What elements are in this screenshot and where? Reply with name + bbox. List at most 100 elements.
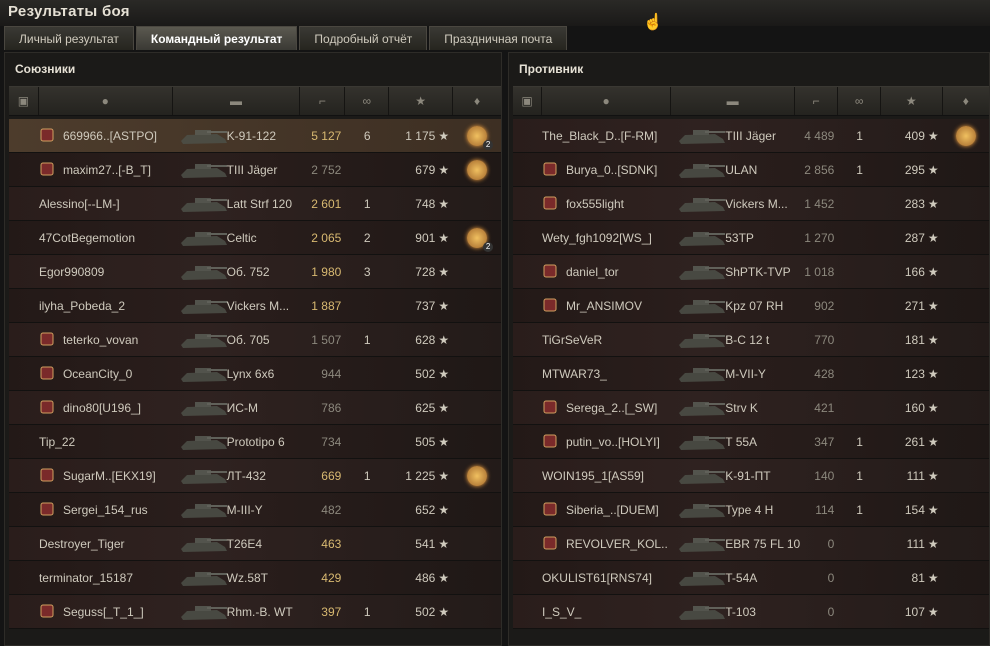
medal-icon[interactable]	[955, 125, 976, 146]
tank-icon	[180, 265, 227, 280]
player-row[interactable]: Mr_ANSIMOV Kpz 07 RH 902 271 ★	[513, 289, 989, 323]
tank-icon	[180, 231, 227, 246]
tank-icon	[180, 503, 227, 518]
player-cell: MTWAR73_	[542, 367, 671, 381]
damage-value: 347	[814, 434, 835, 449]
player-row[interactable]: Alessino[--LM-] Latt Strf 120 2 601 1 748 ★	[9, 187, 501, 221]
player-name: 669966..[ASTPO]	[62, 128, 157, 143]
enemies-panel: Противник ▣ ● ▬ ⌐ ∞ ★ ♦ The_Black_D..[F-…	[508, 52, 990, 646]
tank-cell: T26E4	[173, 527, 301, 561]
damage-value: 114	[815, 502, 835, 517]
player-name: SugarM..[EKX19]	[62, 468, 156, 483]
xp-value: 283	[904, 196, 925, 211]
player-cell: Wety_fgh1092[WS_]	[542, 231, 671, 245]
tank-cell: Vickers M...	[671, 187, 795, 221]
player-name: Sergei_154_rus	[62, 502, 148, 517]
player-row[interactable]: SugarM..[EKX19] ЛТ-432 669 1 1 225 ★	[9, 459, 501, 493]
tank-cell: Type 4 H	[671, 493, 795, 527]
medal-col-icon[interactable]: ♦	[943, 87, 989, 115]
xp-cell: 271 ★	[881, 299, 943, 313]
tank-cell: 53TP	[671, 221, 795, 255]
player-row[interactable]: OKULIST61[RNS74] T-54A 0 81 ★	[513, 561, 989, 595]
player-row[interactable]: TiGrSeVeR B-C 12 t 770 181 ★	[513, 323, 989, 357]
player-row[interactable]: putin_vo..[HOLYI] T 55A 347 1 261 ★	[513, 425, 989, 459]
kills-col-icon[interactable]: ∞	[345, 87, 390, 115]
player-row[interactable]: REVOLVER_KOL.. EBR 75 FL 10 0 111 ★	[513, 527, 989, 561]
player-row[interactable]: Egor990809 Об. 752 1 980 3 728 ★	[9, 255, 501, 289]
tank-name: Vickers M...	[226, 298, 290, 313]
player-row[interactable]: daniel_tor ShPTK-TVP 1 018 166 ★	[513, 255, 989, 289]
badge-col-icon[interactable]: ▣	[513, 87, 542, 115]
tank-cell: Vickers M...	[173, 289, 301, 323]
clan-emblem-icon	[542, 297, 560, 315]
tank-name: K-91-122	[226, 128, 277, 143]
player-col-icon[interactable]: ●	[39, 87, 173, 115]
player-row[interactable]: Tip_22 Prototipo 6 734 505 ★	[9, 425, 501, 459]
player-row[interactable]: 669966..[ASTPO] K-91-122 5 127 6 1 175 ★ 2	[9, 119, 501, 153]
tank-icon	[679, 231, 726, 246]
star-icon: ★	[927, 400, 939, 415]
player-cell: 669966..[ASTPO]	[39, 127, 173, 145]
player-row[interactable]: Seguss[_T_1_] Rhm.-B. WT 397 1 502 ★	[9, 595, 501, 629]
tank-name: ИС-М	[226, 400, 258, 415]
tank-icon	[180, 571, 227, 586]
clan-emblem-icon	[542, 535, 560, 553]
badge-col-icon[interactable]: ▣	[9, 87, 39, 115]
player-row[interactable]: Wety_fgh1092[WS_] 53TP 1 270 287 ★	[513, 221, 989, 255]
tank-col-icon[interactable]: ▬	[173, 87, 301, 115]
player-row[interactable]: Destroyer_Tiger T26E4 463 541 ★	[9, 527, 501, 561]
player-row[interactable]: teterko_vovan Об. 705 1 507 1 628 ★	[9, 323, 501, 357]
player-row[interactable]: dino80[U196_] ИС-М 786 625 ★	[9, 391, 501, 425]
star-icon: ★	[927, 298, 939, 313]
tank-name: T-103	[725, 604, 756, 619]
medal-icon[interactable]	[467, 465, 488, 486]
star-icon: ★	[438, 264, 450, 279]
tab-holiday-mail[interactable]: Праздничная почта	[429, 26, 568, 50]
tank-cell: Kpz 07 RH	[671, 289, 795, 323]
player-row[interactable]: ilyha_Pobeda_2 Vickers M... 1 887 737 ★	[9, 289, 501, 323]
xp-value: 541	[415, 536, 436, 551]
player-row[interactable]: Burya_0..[SDNK] ULAN 2 856 1 295 ★	[513, 153, 989, 187]
tank-cell: Rhm.-B. WT	[173, 595, 301, 629]
xp-value: 505	[415, 434, 436, 449]
player-row[interactable]: Sergei_154_rus M-III-Y 482 652 ★	[9, 493, 501, 527]
player-col-icon[interactable]: ●	[542, 87, 672, 115]
player-row[interactable]: terminator_15187 Wz.58T 429 486 ★	[9, 561, 501, 595]
xp-col-icon[interactable]: ★	[881, 87, 943, 115]
medal-icon[interactable]	[467, 159, 488, 180]
player-cell: putin_vo..[HOLYI]	[542, 433, 671, 451]
tank-name: Об. 752	[226, 264, 270, 279]
player-name: Burya_0..[SDNK]	[565, 162, 658, 177]
player-row[interactable]: Siberia_..[DUEM] Type 4 H 114 1 154 ★	[513, 493, 989, 527]
player-row[interactable]: 47CotBegemotion Celtic 2 065 2 901 ★ 2	[9, 221, 501, 255]
kills-col-icon[interactable]: ∞	[838, 87, 881, 115]
medal-cell: 2	[453, 227, 501, 252]
player-row[interactable]: OceanCity_0 Lynx 6x6 944 502 ★	[9, 357, 501, 391]
star-icon: ★	[438, 162, 450, 177]
player-row[interactable]: The_Black_D..[F-RM] TIII Jäger 4 489 1 409 ★	[513, 119, 989, 153]
player-cell: ilyha_Pobeda_2	[39, 299, 173, 313]
player-row[interactable]: MTWAR73_ M-VII-Y 428 123 ★	[513, 357, 989, 391]
tab-personal-result[interactable]: Личный результат	[4, 26, 134, 50]
damage-col-icon[interactable]: ⌐	[795, 87, 839, 115]
player-cell: terminator_15187	[39, 571, 173, 585]
player-name: The_Black_D..[F-RM]	[541, 128, 658, 143]
player-row[interactable]: I_S_V_ T-103 0 107 ★	[513, 595, 989, 629]
damage-col-icon[interactable]: ⌐	[300, 87, 346, 115]
player-name: Seguss[_T_1_]	[62, 604, 144, 619]
medal-col-icon[interactable]: ♦	[453, 87, 501, 115]
player-row[interactable]: fox555light Vickers M... 1 452 283 ★	[513, 187, 989, 221]
player-name: Serega_2..[_SW]	[565, 400, 658, 415]
tab-detailed-report[interactable]: Подробный отчёт	[299, 26, 428, 50]
tab-team-result[interactable]: Командный результат	[135, 26, 298, 50]
player-row[interactable]: WOIN195_1[AS59] K-91-ПТ 140 1 111 ★	[513, 459, 989, 493]
xp-col-icon[interactable]: ★	[389, 87, 454, 115]
star-icon: ★	[927, 570, 939, 585]
medal-icon[interactable]: 2	[467, 125, 494, 150]
tank-icon	[679, 265, 726, 280]
tank-col-icon[interactable]: ▬	[671, 87, 795, 115]
medal-icon[interactable]: 2	[467, 227, 494, 252]
player-row[interactable]: Serega_2..[_SW] Strv K 421 160 ★	[513, 391, 989, 425]
player-row[interactable]: maxim27..[-B_T] TIII Jäger 2 752 679 ★	[9, 153, 501, 187]
tank-cell: Об. 705	[173, 323, 301, 357]
